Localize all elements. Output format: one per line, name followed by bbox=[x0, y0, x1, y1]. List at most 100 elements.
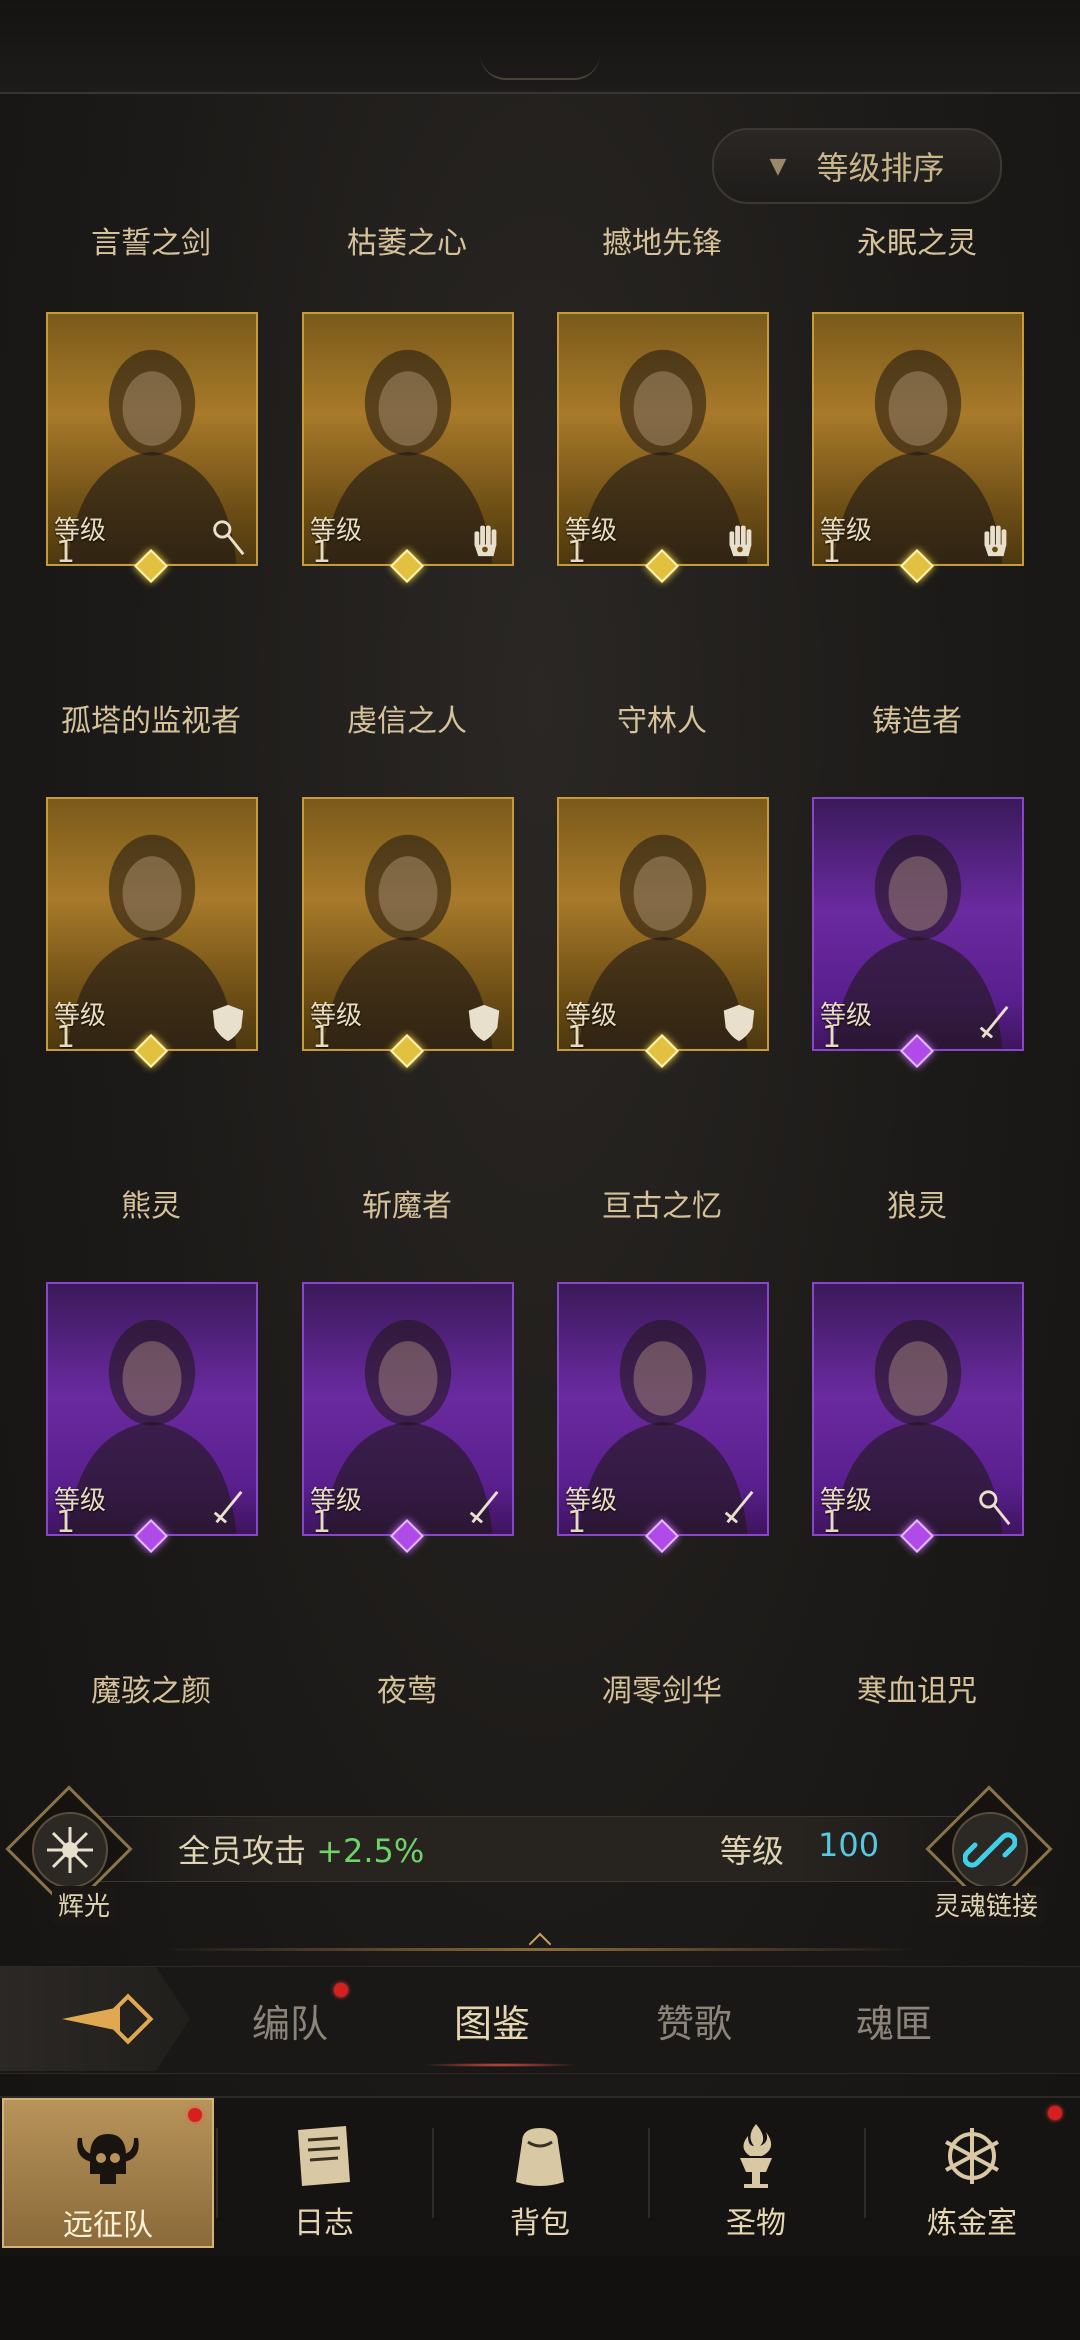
hero-name: 魔骇之颜 bbox=[91, 1674, 211, 1709]
radiance-label: 辉光 bbox=[52, 1886, 117, 1923]
hero-level-value: 1 bbox=[56, 535, 76, 566]
hero-card-frame: 等级 1 bbox=[557, 797, 769, 1051]
footer-band bbox=[0, 2256, 1080, 2340]
hero-level-value: 1 bbox=[567, 1020, 587, 1051]
sword-icon bbox=[469, 1490, 499, 1524]
nav-alchemy[interactable]: 炼金室 bbox=[866, 2098, 1078, 2248]
hero-card[interactable]: 等级 1 bbox=[800, 797, 1034, 1068]
hero-card[interactable]: 等级 1 bbox=[290, 1282, 524, 1553]
hero-level-value: 1 bbox=[312, 535, 332, 566]
hero-name: 虔信之人 bbox=[347, 704, 467, 739]
tab-formation[interactable]: 编队 bbox=[252, 1993, 328, 2048]
hero-level-value: 1 bbox=[567, 535, 587, 566]
hero-card-frame: 等级 1 bbox=[812, 797, 1024, 1051]
tab-formation-label: 编队 bbox=[252, 2002, 329, 2046]
shield-icon bbox=[212, 1004, 244, 1042]
tab-soul-box-label: 魂匣 bbox=[856, 2002, 933, 2046]
nav-backpack-label: 背包 bbox=[510, 2206, 570, 2241]
brazier-icon bbox=[740, 2124, 772, 2188]
tab-soul-box[interactable]: 魂匣 bbox=[856, 1993, 932, 2048]
hero-level-value: 1 bbox=[822, 1505, 842, 1536]
hero-card[interactable]: 等级 1 bbox=[34, 1282, 268, 1553]
horned-skull-icon bbox=[77, 2134, 139, 2184]
hero-title: 撼地先锋 bbox=[602, 226, 722, 261]
hero-card-frame: 等级 1 bbox=[302, 312, 514, 566]
hero-card-frame: 等级 1 bbox=[812, 312, 1024, 566]
nav-relics-label: 圣物 bbox=[726, 2206, 786, 2241]
hero-card[interactable]: 等级 1 bbox=[800, 1282, 1034, 1553]
hero-card[interactable]: 等级 1 bbox=[800, 312, 1034, 583]
hero-card[interactable]: 等级 1 bbox=[34, 797, 268, 1068]
active-tab-indicator bbox=[420, 2063, 580, 2067]
hero-card-frame: 等级 1 bbox=[46, 1282, 258, 1536]
hero-card[interactable]: 等级 1 bbox=[545, 1282, 779, 1553]
soul-link-level-label: 等级 bbox=[720, 1832, 785, 1870]
tab-codex[interactable]: 图鉴 bbox=[454, 1993, 530, 2048]
hero-level-value: 1 bbox=[822, 1020, 842, 1051]
shield-icon bbox=[468, 1004, 500, 1042]
tab-formation-badge bbox=[334, 1983, 348, 1997]
tab-anthem-label: 赞歌 bbox=[656, 2002, 733, 2046]
hero-name: 寒血诅咒 bbox=[857, 1674, 977, 1709]
hero-name: 孤塔的监视者 bbox=[61, 704, 241, 739]
hero-name: 铸造者 bbox=[872, 704, 962, 739]
hero-name: 守林人 bbox=[617, 704, 707, 739]
bottom-nav: 远征队 日志 背包 圣物 炼金室 bbox=[0, 2096, 1080, 2258]
hero-card[interactable]: 等级 1 bbox=[545, 797, 779, 1068]
hero-level-value: 1 bbox=[312, 1020, 332, 1051]
staff-icon bbox=[213, 520, 245, 556]
shield-icon bbox=[723, 1004, 755, 1042]
hero-title: 永眠之灵 bbox=[857, 226, 977, 261]
hero-title: 枯萎之心 bbox=[347, 226, 467, 261]
arrow-left-icon bbox=[62, 1993, 154, 2045]
tab-codex-label: 图鉴 bbox=[454, 2002, 531, 2046]
nav-relics[interactable]: 圣物 bbox=[650, 2098, 862, 2248]
bonus-text-label: 全员攻击 bbox=[178, 1832, 307, 1870]
hero-level-value: 1 bbox=[56, 1505, 76, 1536]
nav-expedition-label: 远征队 bbox=[63, 2208, 153, 2243]
hand-icon bbox=[984, 525, 1007, 557]
tab-anthem[interactable]: 赞歌 bbox=[656, 1993, 732, 2048]
bonus-value: +2.5% bbox=[316, 1832, 425, 1870]
hero-card[interactable]: 等级 1 bbox=[290, 312, 524, 583]
hero-name: 狼灵 bbox=[887, 1189, 947, 1224]
alchemy-icon bbox=[945, 2128, 999, 2184]
hero-name: 熊灵 bbox=[121, 1189, 181, 1224]
hero-level-value: 1 bbox=[312, 1505, 332, 1536]
scroll-icon bbox=[298, 2126, 350, 2186]
nav-backpack[interactable]: 背包 bbox=[434, 2098, 646, 2248]
hero-card[interactable]: 等级 1 bbox=[290, 797, 524, 1068]
sub-tab-bar: 编队 图鉴 赞歌 魂匣 bbox=[0, 1966, 1080, 2074]
hero-card-frame: 等级 1 bbox=[302, 797, 514, 1051]
sword-icon bbox=[213, 1490, 243, 1524]
top-ornament-band bbox=[0, 0, 1080, 94]
nav-alchemy-label: 炼金室 bbox=[927, 2206, 1017, 2241]
chain-link-icon bbox=[963, 1832, 1017, 1868]
hero-name: 斩魔者 bbox=[362, 1189, 452, 1224]
hero-level-value: 1 bbox=[567, 1505, 587, 1536]
radiance-icon bbox=[47, 1827, 93, 1873]
hero-name: 凋零剑华 bbox=[602, 1674, 722, 1709]
caret-down-icon: ▼ bbox=[769, 153, 787, 179]
hero-card[interactable]: 等级 1 bbox=[34, 312, 268, 583]
nav-journal-label: 日志 bbox=[294, 2206, 354, 2241]
collapse-button[interactable] bbox=[0, 1967, 190, 2071]
sword-icon bbox=[979, 1005, 1009, 1039]
hero-card[interactable]: 等级 1 bbox=[545, 312, 779, 583]
nav-journal[interactable]: 日志 bbox=[218, 2098, 430, 2248]
sort-by-level-button[interactable]: ▼ 等级排序 bbox=[712, 128, 1002, 204]
hand-icon bbox=[474, 525, 497, 557]
nav-expedition[interactable]: 远征队 bbox=[2, 2098, 214, 2248]
hero-name: 夜莺 bbox=[377, 1674, 437, 1709]
nav-alchemy-badge bbox=[1048, 2106, 1062, 2120]
hand-icon bbox=[729, 525, 752, 557]
nav-expedition-badge bbox=[188, 2108, 202, 2122]
hero-card-frame: 等级 1 bbox=[46, 312, 258, 566]
sort-button-label: 等级排序 bbox=[816, 149, 945, 187]
hero-card-frame: 等级 1 bbox=[302, 1282, 514, 1536]
staff-icon bbox=[979, 1490, 1011, 1526]
hero-card-frame: 等级 1 bbox=[557, 312, 769, 566]
hero-level-value: 1 bbox=[822, 535, 842, 566]
sword-icon bbox=[724, 1490, 754, 1524]
soul-link-level-value: 100 bbox=[818, 1826, 880, 1864]
